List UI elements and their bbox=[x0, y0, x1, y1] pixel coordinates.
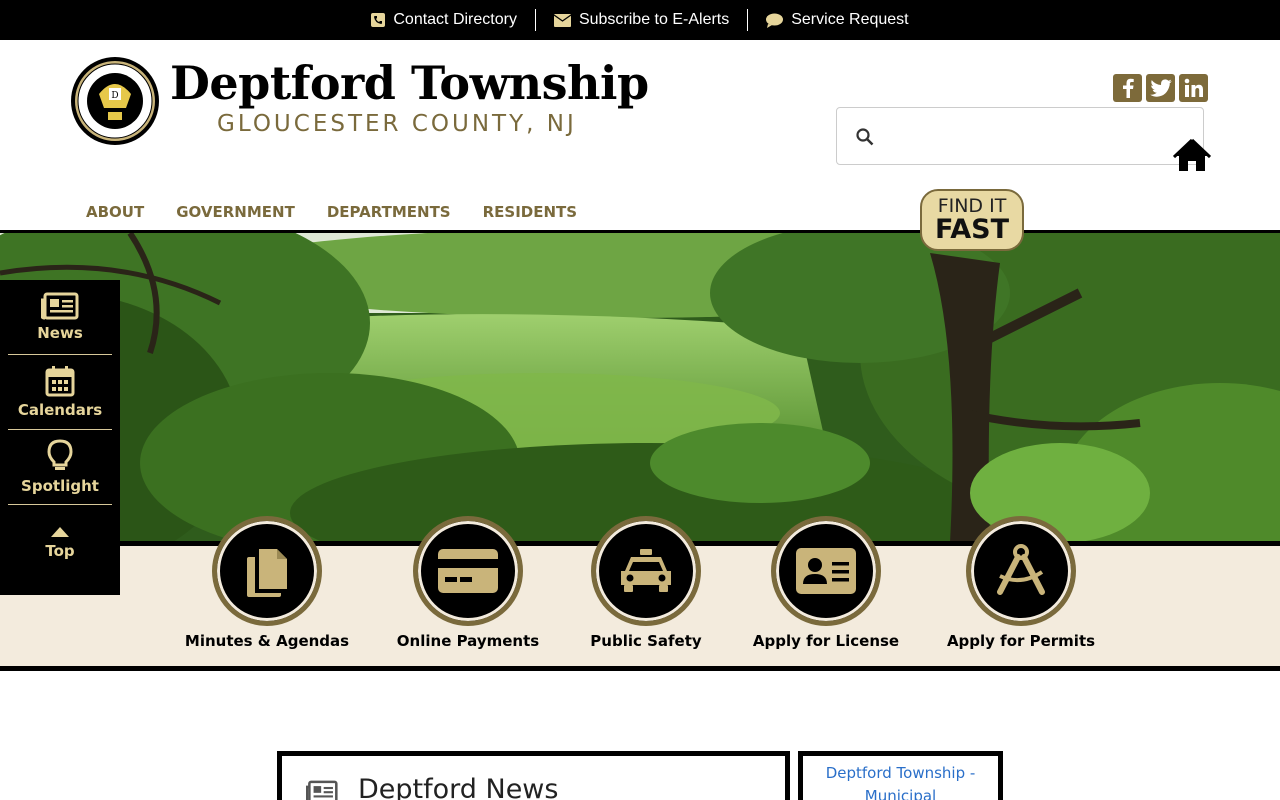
site-search bbox=[836, 107, 1204, 165]
social-links bbox=[1113, 74, 1208, 102]
quicklink-circle bbox=[771, 516, 881, 626]
quicklink-circle bbox=[413, 516, 523, 626]
site-title[interactable]: Deptford Township bbox=[170, 56, 649, 110]
quicklink-payments-label: Online Payments bbox=[396, 632, 540, 650]
quicklink-apply-permits[interactable]: Apply for Permits bbox=[921, 516, 1121, 650]
quicklink-safety-label: Public Safety bbox=[590, 632, 702, 650]
sidebar-item-top[interactable]: Top bbox=[8, 505, 112, 580]
quicklink-circle bbox=[966, 516, 1076, 626]
sidebar-item-calendars[interactable]: Calendars bbox=[8, 355, 112, 430]
drafting-compass-icon bbox=[997, 544, 1045, 595]
caret-up-icon bbox=[51, 526, 69, 537]
nav-residents[interactable]: RESIDENTS bbox=[467, 200, 593, 224]
twitter-icon[interactable] bbox=[1146, 74, 1175, 102]
subscribe-alerts-link[interactable]: Subscribe to E-Alerts bbox=[534, 9, 747, 31]
find-it-fast-button[interactable]: FIND IT FAST bbox=[920, 189, 1024, 251]
fast-label: FAST bbox=[934, 214, 1010, 245]
nav-departments[interactable]: DEPARTMENTS bbox=[311, 200, 467, 224]
credit-card-icon bbox=[438, 549, 498, 593]
service-request-label: Service Request bbox=[791, 11, 909, 28]
municipal-link-panel: Deptford Township - Municipal bbox=[798, 751, 1003, 800]
side-quick-panel: News Calendars Spotlight Top bbox=[0, 280, 120, 595]
sidebar-top-label: Top bbox=[45, 541, 75, 560]
municipal-link-line1: Deptford Township - bbox=[825, 764, 976, 782]
home-icon[interactable] bbox=[1173, 138, 1211, 174]
newspaper-icon bbox=[41, 292, 79, 320]
quicklink-online-payments[interactable]: Online Payments bbox=[368, 516, 568, 650]
quicklink-apply-license[interactable]: Apply for License bbox=[726, 516, 926, 650]
quicklink-circle bbox=[591, 516, 701, 626]
newspaper-icon bbox=[306, 780, 338, 800]
news-panel-title: Deptford News bbox=[358, 774, 559, 800]
contact-directory-link[interactable]: Contact Directory bbox=[353, 9, 535, 31]
municipal-link-line2: Municipal bbox=[864, 787, 937, 800]
main-navigation: ABOUT GOVERNMENT DEPARTMENTS RESIDENTS bbox=[70, 200, 593, 224]
service-request-link[interactable]: Service Request bbox=[747, 9, 926, 31]
hero-banner bbox=[0, 230, 1280, 544]
site-subtitle: GLOUCESTER COUNTY, NJ bbox=[217, 111, 577, 137]
linkedin-icon[interactable] bbox=[1179, 74, 1208, 102]
chat-bubble-icon bbox=[766, 13, 784, 28]
quicklink-license-label: Apply for License bbox=[752, 632, 900, 650]
quicklink-public-safety[interactable]: Public Safety bbox=[546, 516, 746, 650]
lightbulb-icon bbox=[47, 439, 73, 470]
documents-icon bbox=[247, 549, 287, 597]
sidebar-item-news[interactable]: News bbox=[8, 280, 112, 355]
sidebar-news-label: News bbox=[37, 324, 83, 342]
quicklink-circle bbox=[212, 516, 322, 626]
phone-icon bbox=[371, 13, 386, 27]
utility-bar: Contact Directory Subscribe to E-Alerts … bbox=[0, 0, 1280, 40]
quick-links-band: Minutes & Agendas Online Payments Public… bbox=[0, 516, 1280, 671]
quicklink-minutes-label: Minutes & Agendas bbox=[184, 632, 350, 650]
search-icon[interactable] bbox=[855, 127, 875, 147]
subscribe-alerts-label: Subscribe to E-Alerts bbox=[578, 11, 730, 28]
calendar-icon bbox=[45, 366, 75, 397]
quicklink-permits-label: Apply for Permits bbox=[946, 632, 1096, 650]
forest-meadow-image bbox=[0, 233, 1280, 544]
sidebar-item-spotlight[interactable]: Spotlight bbox=[8, 430, 112, 505]
taxi-icon bbox=[621, 549, 671, 592]
envelope-icon bbox=[553, 13, 571, 27]
svg-text:D: D bbox=[111, 91, 118, 101]
contact-directory-label: Contact Directory bbox=[393, 11, 517, 28]
id-card-icon bbox=[796, 548, 856, 594]
municipal-link[interactable]: Deptford Township - Municipal bbox=[803, 762, 998, 800]
news-panel: Deptford News bbox=[277, 751, 790, 800]
township-seal-logo[interactable]: D bbox=[70, 56, 160, 146]
sidebar-spotlight-label: Spotlight bbox=[21, 477, 99, 495]
facebook-icon[interactable] bbox=[1113, 74, 1142, 102]
quicklink-minutes-agendas[interactable]: Minutes & Agendas bbox=[167, 516, 367, 650]
nav-about[interactable]: ABOUT bbox=[70, 200, 160, 224]
sidebar-calendars-label: Calendars bbox=[17, 401, 103, 419]
nav-government[interactable]: GOVERNMENT bbox=[160, 200, 311, 224]
search-input[interactable] bbox=[887, 118, 1187, 156]
